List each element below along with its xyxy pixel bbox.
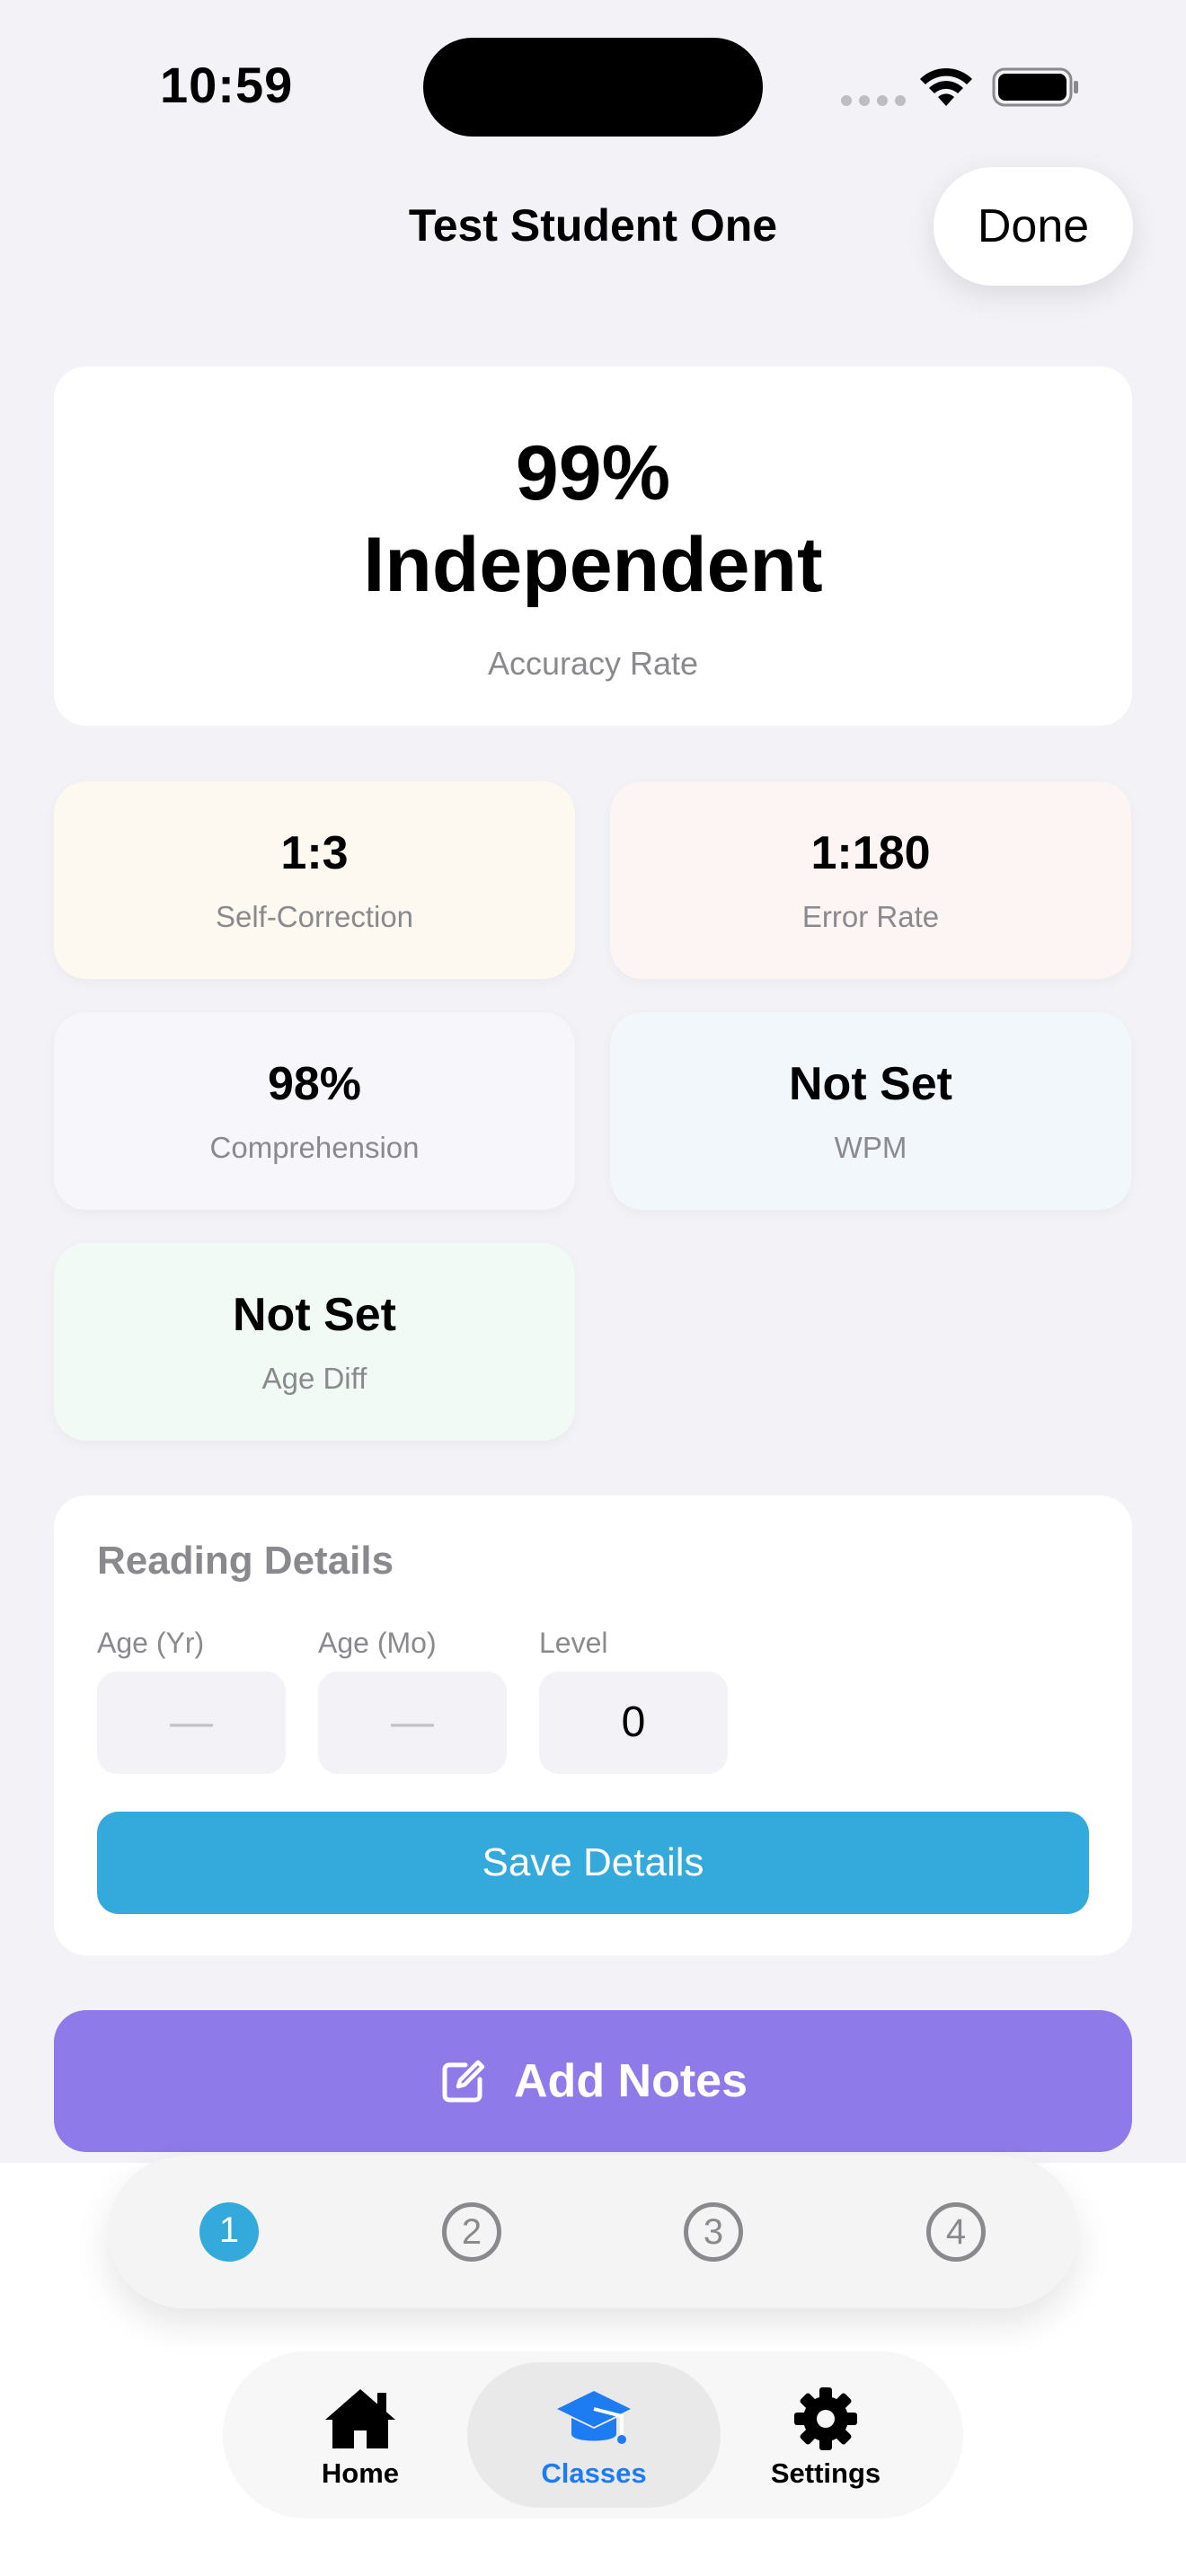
stat-value: 1:180 [810, 827, 931, 879]
accuracy-label: Accuracy Rate [487, 645, 699, 682]
wifi-icon [920, 67, 972, 106]
status-time: 10:59 [160, 57, 294, 113]
gear-icon [794, 2387, 857, 2450]
comprehension-card: 98% Comprehension [54, 1012, 575, 1210]
add-notes-button[interactable]: Add Notes [54, 2010, 1132, 2152]
page-1-button[interactable]: 1 [199, 2202, 259, 2262]
stat-value: 98% [267, 1058, 362, 1110]
tab-home[interactable]: Home [234, 2362, 487, 2508]
accuracy-value: 99% Independent [54, 428, 1132, 611]
dynamic-island [423, 38, 763, 137]
section-title: Reading Details [97, 1539, 394, 1583]
stat-value: Not Set [789, 1058, 952, 1110]
graduation-cap-icon [557, 2391, 631, 2444]
battery-icon [992, 67, 1078, 107]
page-selector: 1 2 3 4 [108, 2156, 1078, 2308]
stat-label: Error Rate [801, 900, 940, 933]
age-months-label: Age (Mo) [318, 1627, 437, 1659]
age-diff-card: Not Set Age Diff [54, 1243, 575, 1441]
stat-value: Not Set [233, 1289, 396, 1341]
save-details-button[interactable]: Save Details [97, 1812, 1089, 1914]
age-years-field[interactable]: — [97, 1672, 286, 1774]
done-button[interactable]: Done [934, 167, 1133, 286]
tab-label: Home [321, 2457, 400, 2489]
cellular-signal-icon [841, 95, 906, 106]
page-2-button[interactable]: 2 [442, 2202, 501, 2262]
page-4-button[interactable]: 4 [926, 2202, 986, 2262]
stat-label: Age Diff [261, 1362, 367, 1395]
age-months-field[interactable]: — [318, 1672, 507, 1774]
level-label: Level [539, 1627, 608, 1659]
house-icon [325, 2389, 395, 2448]
square-pencil-icon [442, 2060, 485, 2103]
self-correction-card: 1:3 Self-Correction [54, 781, 575, 979]
age-years-label: Age (Yr) [97, 1627, 205, 1659]
tab-classes[interactable]: Classes [467, 2362, 721, 2508]
wpm-card: Not Set WPM [610, 1012, 1131, 1210]
page-3-button[interactable]: 3 [684, 2202, 743, 2262]
level-field[interactable]: 0 [539, 1672, 728, 1774]
stat-label: Comprehension [209, 1131, 420, 1164]
tab-label: Settings [770, 2457, 881, 2489]
tab-label: Classes [541, 2457, 647, 2489]
accuracy-card: 99% Independent Accuracy Rate [54, 366, 1132, 726]
stat-label: Self-Correction [215, 900, 414, 933]
tab-bar: Home Classes Settings [223, 2351, 963, 2519]
stat-value: 1:3 [280, 827, 349, 879]
accuracy-level: Independent [363, 522, 823, 608]
stat-label: WPM [834, 1131, 907, 1164]
tab-settings[interactable]: Settings [699, 2362, 952, 2508]
error-rate-card: 1:180 Error Rate [610, 781, 1131, 979]
accuracy-percent: 99% [515, 430, 671, 516]
reading-details-card: Reading Details Age (Yr) — Age (Mo) — Le… [54, 1495, 1132, 1955]
add-notes-label: Add Notes [514, 2055, 748, 2107]
